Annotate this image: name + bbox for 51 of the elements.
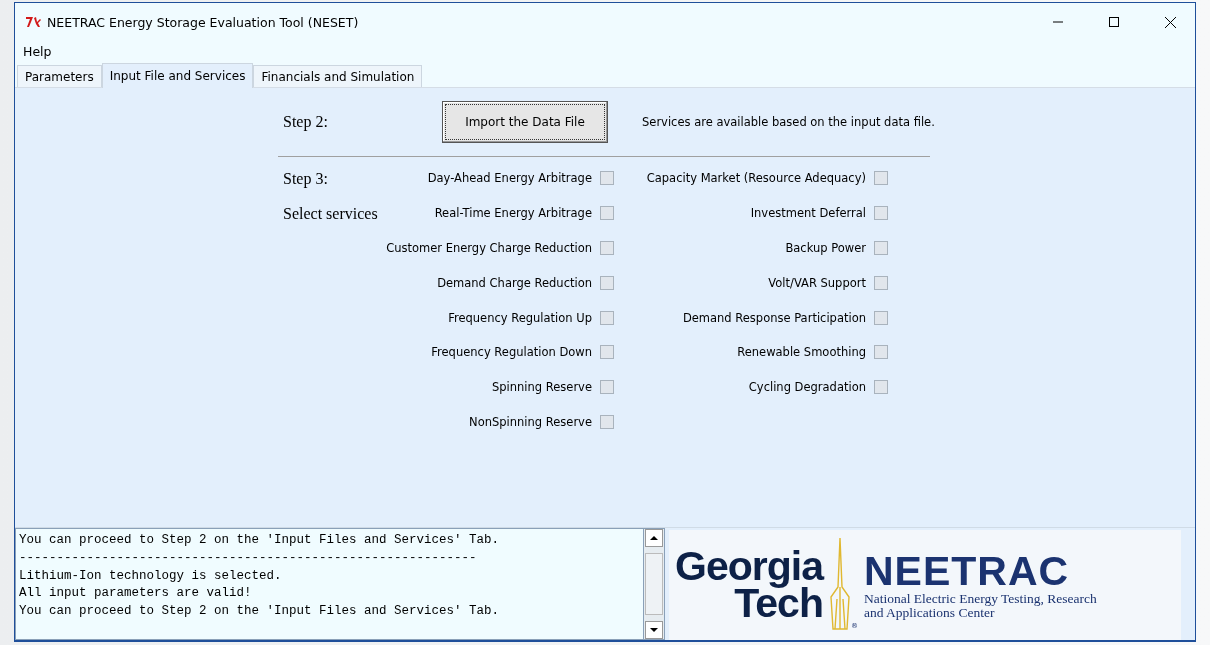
- service-label: Frequency Regulation Up: [447, 310, 593, 325]
- service-label: Frequency Regulation Down: [430, 345, 593, 360]
- scrollbar[interactable]: [643, 528, 665, 640]
- service-checkbox[interactable]: [600, 345, 614, 360]
- menu-item[interactable]: Help: [23, 43, 52, 59]
- service-checkbox[interactable]: [874, 241, 888, 255]
- spire-icon: [828, 537, 851, 633]
- step-label: Select services: [282, 204, 378, 222]
- service-label: Renewable Smoothing: [736, 345, 867, 360]
- service-checkbox[interactable]: [874, 310, 888, 325]
- service-label: Backup Power: [784, 241, 867, 255]
- service-checkbox[interactable]: [600, 206, 614, 221]
- logo-subtitle: National Electric Energy Testing, Research: [863, 592, 1097, 606]
- maximize-icon: [1109, 17, 1119, 27]
- service-checkbox[interactable]: [600, 310, 614, 325]
- close-icon: [1164, 16, 1176, 28]
- service-checkbox[interactable]: [600, 241, 614, 255]
- tab[interactable]: Input File and Services: [101, 63, 254, 88]
- service-label: Demand Charge Reduction: [436, 275, 593, 290]
- service-label: Customer Energy Charge Reduction: [385, 241, 593, 255]
- service-label: Real-Time Energy Arbitrage: [433, 206, 593, 221]
- scroll-down-button[interactable]: [645, 621, 663, 639]
- service-label: NonSpinning Reserve: [468, 414, 593, 429]
- logo-text: NEETRAC: [863, 550, 1071, 592]
- import-button[interactable]: Import the Data File: [442, 101, 608, 143]
- service-label: Demand Response Participation: [681, 310, 867, 325]
- window-title: NEETRAC Energy Storage Evaluation Tool (NESET): [47, 14, 360, 30]
- tab[interactable]: Parameters: [17, 65, 102, 87]
- logo-subtitle: and Applications Center: [863, 606, 995, 620]
- service-checkbox[interactable]: [600, 380, 614, 395]
- service-checkbox[interactable]: [600, 414, 614, 429]
- service-checkbox[interactable]: [874, 380, 888, 395]
- service-label: Day-Ahead Energy Arbitrage: [426, 171, 593, 186]
- feather-logo-icon: [25, 16, 41, 28]
- service-label: Investment Deferral: [749, 206, 867, 221]
- service-label: Cycling Degradation: [747, 380, 867, 395]
- service-label: Spinning Reserve: [490, 380, 593, 395]
- step-label: Step 2:: [283, 113, 329, 131]
- service-checkbox[interactable]: [874, 275, 888, 290]
- service-label: Volt/VAR Support: [767, 275, 867, 290]
- service-checkbox[interactable]: [600, 275, 614, 290]
- scroll-up-button[interactable]: [645, 529, 663, 547]
- log-output: You can proceed to Step 2 on the 'Input Files and Services' Tab. ------------------------------------------------------------- Lithium-Ion technology is selected. All input parameters are valid! You can proceed to Step 2 on the 'Input Files and Services' Tab.: [15, 528, 643, 640]
- tab[interactable]: Financials and Simulation: [253, 65, 423, 87]
- service-checkbox[interactable]: [874, 171, 888, 186]
- service-checkbox[interactable]: [600, 171, 614, 186]
- info-text: Services are available based on the input data file.: [641, 115, 935, 129]
- service-checkbox[interactable]: [874, 206, 888, 221]
- service-label: Capacity Market (Resource Adequacy): [645, 171, 867, 186]
- service-checkbox[interactable]: [874, 345, 888, 360]
- step-label: Step 3:: [282, 169, 328, 187]
